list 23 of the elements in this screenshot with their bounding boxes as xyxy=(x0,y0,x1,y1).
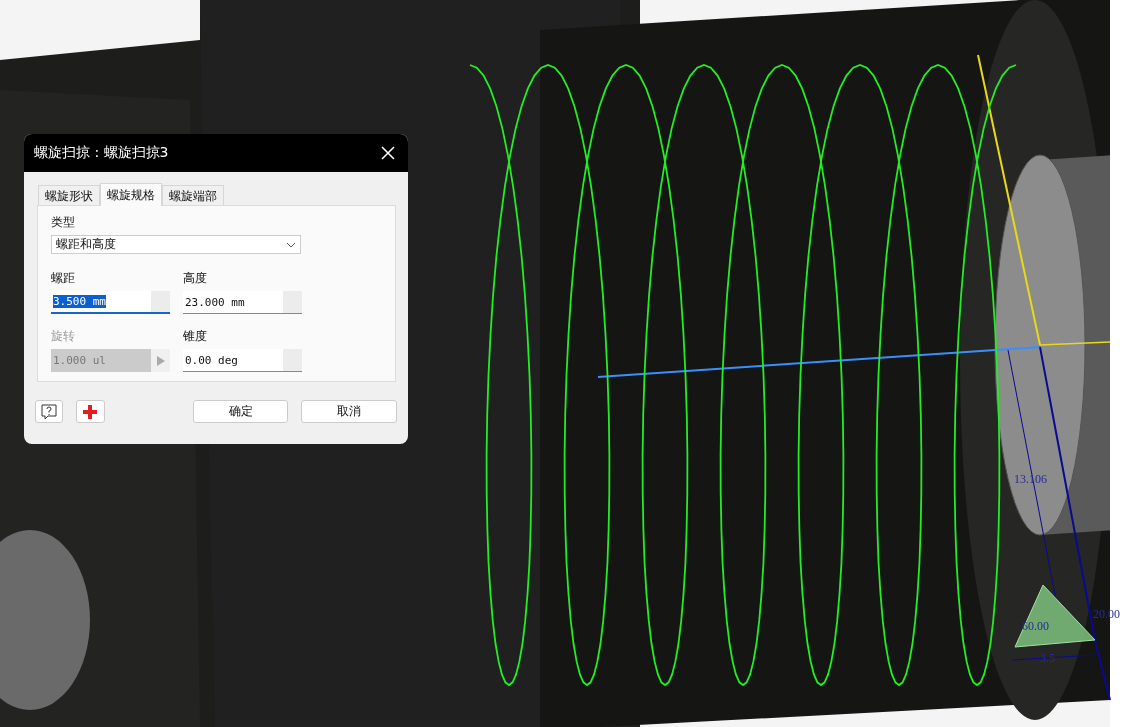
add-button[interactable] xyxy=(76,400,105,423)
input-field[interactable]: 0.00 deg xyxy=(183,349,302,372)
field-label: 锥度 xyxy=(183,328,208,345)
field-label: 旋转 xyxy=(51,328,76,345)
dialog-button[interactable]: 取消 xyxy=(301,400,397,423)
help-icon xyxy=(40,402,59,421)
dimension-label: 60.00 xyxy=(1022,619,1049,633)
dialog-button[interactable]: 确定 xyxy=(192,400,289,423)
close-icon[interactable] xyxy=(380,145,396,161)
field-label: 高度 xyxy=(183,270,208,287)
tab[interactable]: 螺旋规格 xyxy=(100,183,162,206)
chevron-icon xyxy=(286,241,296,248)
field-label: 螺距 xyxy=(51,270,76,287)
dialog-title: 螺旋扫掠 : 螺旋扫掠3 xyxy=(34,144,169,162)
play-icon xyxy=(156,355,165,366)
plus-icon xyxy=(82,403,99,420)
type-dropdown[interactable]: 螺距和高度 xyxy=(51,235,301,254)
tab[interactable]: 螺旋形状 xyxy=(38,185,100,205)
input-field[interactable]: 23.000 mm xyxy=(183,291,302,314)
field-label: 类型 xyxy=(51,214,76,231)
input-field[interactable]: 3.500 mm xyxy=(51,291,170,314)
tab[interactable]: 螺旋端部 xyxy=(162,185,224,205)
help-button[interactable] xyxy=(35,400,64,423)
